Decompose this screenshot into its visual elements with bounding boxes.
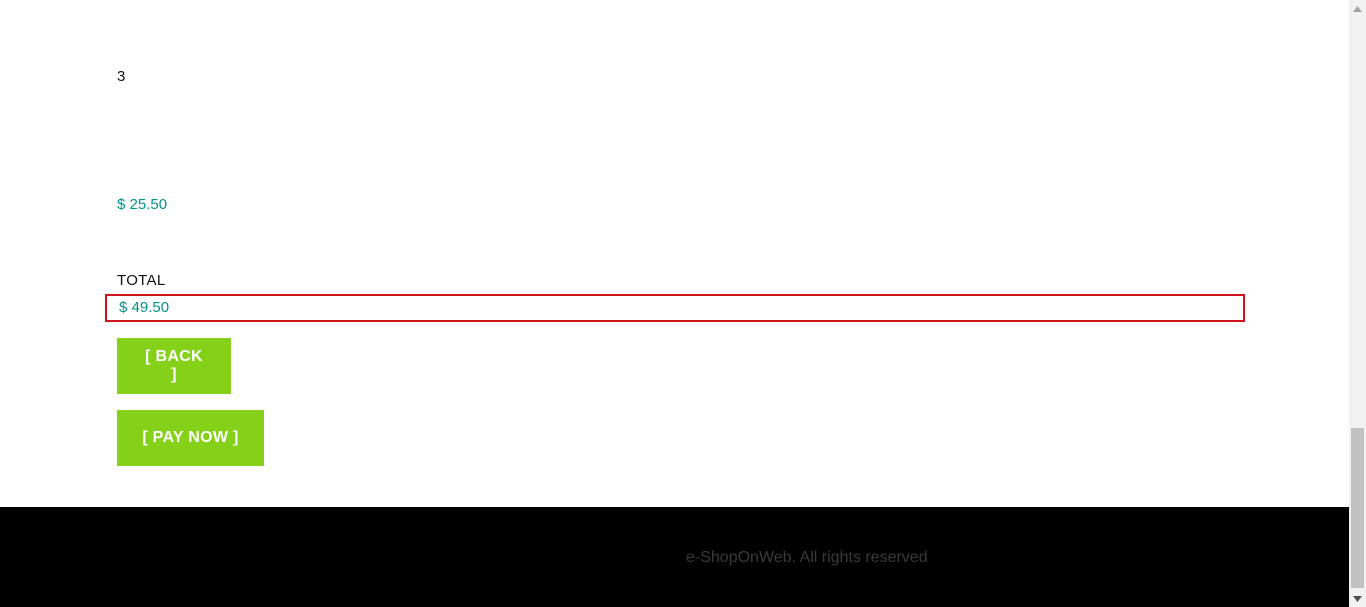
- triangle-down-icon[interactable]: [1349, 590, 1366, 607]
- pay-now-button[interactable]: [ PAY NOW ]: [117, 410, 264, 466]
- footer: e-ShopOnWeb. All rights reserved: [0, 507, 1349, 607]
- total-label: TOTAL: [117, 272, 166, 289]
- scrollbar-thumb[interactable]: [1351, 428, 1364, 588]
- footer-copyright: e-ShopOnWeb. All rights reserved: [686, 549, 928, 566]
- triangle-up-icon[interactable]: [1349, 0, 1366, 17]
- vertical-scrollbar[interactable]: [1349, 0, 1366, 607]
- item-quantity: 3: [117, 68, 126, 85]
- total-highlight-box: $ 49.50: [105, 294, 1245, 322]
- item-price: $ 25.50: [117, 196, 168, 213]
- total-value: $ 49.50: [119, 299, 170, 316]
- checkout-page: 3 $ 25.50 TOTAL $ 49.50 [ BACK ] [ PAY N…: [0, 0, 1349, 607]
- back-button[interactable]: [ BACK ]: [117, 338, 231, 394]
